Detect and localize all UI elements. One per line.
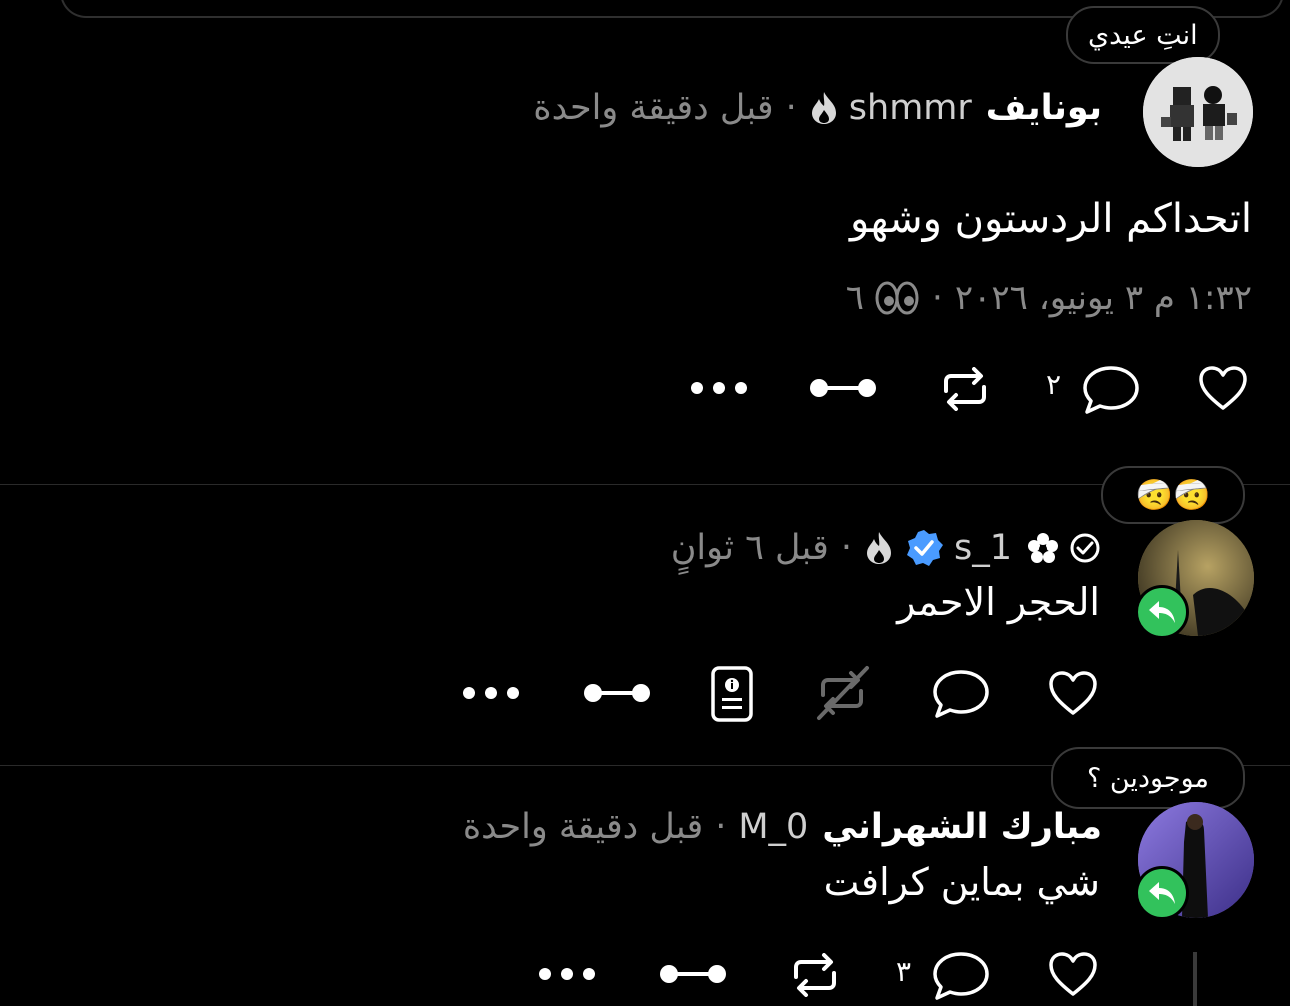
repost-icon xyxy=(944,367,986,411)
comment-icon xyxy=(933,952,989,1000)
separator-dot: · xyxy=(840,528,852,568)
reply-count: ٣ xyxy=(896,955,912,988)
like-button[interactable] xyxy=(1045,946,1101,1002)
report-button[interactable] xyxy=(706,664,758,724)
thread-line xyxy=(1193,952,1197,1006)
like-button[interactable] xyxy=(1195,360,1251,416)
post-header: بونايف shmmr · قبل دقيقة واحدة xyxy=(533,88,1102,128)
reply-badge xyxy=(1135,866,1189,920)
thread-button[interactable] xyxy=(580,679,654,707)
post-details: ١:٣٢ م ٣ يونيو، ٢٠٢٦ · ٦ xyxy=(845,278,1252,318)
post-header: 1_s · قبل ٦ ثوانٍ xyxy=(671,528,1102,568)
heart-icon xyxy=(1049,671,1097,715)
report-card-icon xyxy=(711,666,753,722)
flame-icon xyxy=(809,90,839,126)
divider xyxy=(0,484,1290,485)
timestamp: قبل دقيقة واحدة xyxy=(533,88,774,128)
flame-icon xyxy=(864,530,894,566)
reaction-emojis: 🤕🤕 xyxy=(1135,477,1211,513)
comment-button[interactable] xyxy=(1080,362,1142,418)
heart-icon xyxy=(1199,366,1247,410)
thread-button[interactable] xyxy=(806,374,880,402)
more-button[interactable] xyxy=(688,376,750,400)
post-header: مبارك الشهراني M_0 · قبل دقيقة واحدة xyxy=(463,807,1102,847)
repost-disabled-icon xyxy=(817,666,869,720)
flower-icon xyxy=(1026,531,1060,565)
heart-icon xyxy=(1049,952,1097,996)
note-text: انتِ عيدي xyxy=(1088,19,1198,51)
view-count: ٦ xyxy=(845,278,865,318)
timeline-icon xyxy=(810,379,876,397)
username[interactable]: 1_s xyxy=(954,528,1012,568)
note-bubble[interactable]: موجودين ؟ xyxy=(1051,747,1245,809)
reply-count: ٢ xyxy=(1046,368,1062,401)
timeline-icon xyxy=(584,684,650,702)
verified-icon xyxy=(904,528,944,568)
note-bubble[interactable]: انتِ عيدي xyxy=(1066,6,1220,64)
timeline-icon xyxy=(660,965,726,983)
more-icon xyxy=(463,687,519,699)
timestamp: قبل ٦ ثوانٍ xyxy=(670,528,829,568)
reaction-bubble[interactable]: 🤕🤕 xyxy=(1101,466,1245,524)
separator-dot: · xyxy=(785,88,797,128)
repost-icon xyxy=(794,953,836,997)
more-icon xyxy=(539,968,595,980)
note-text: موجودين ؟ xyxy=(1086,762,1210,794)
eyes-icon xyxy=(874,281,920,315)
username[interactable]: M_0 xyxy=(738,807,808,847)
repost-button[interactable] xyxy=(935,365,995,413)
separator-dot: · xyxy=(715,807,727,847)
more-button[interactable] xyxy=(536,962,598,986)
more-icon xyxy=(691,382,747,394)
post-text: شي بماين كرافت xyxy=(823,860,1100,904)
avatar[interactable] xyxy=(1143,57,1253,167)
display-name[interactable]: مبارك الشهراني xyxy=(822,807,1102,847)
repost-button[interactable] xyxy=(785,951,845,999)
comment-icon xyxy=(1083,366,1139,414)
comment-button[interactable] xyxy=(930,948,992,1004)
comment-button[interactable] xyxy=(930,666,992,722)
display-name[interactable]: بونايف xyxy=(986,88,1102,128)
repost-button-disabled xyxy=(812,662,874,724)
more-button[interactable] xyxy=(460,681,522,705)
reply-arrow-icon xyxy=(1149,601,1175,623)
post-text: الحجر الاحمر xyxy=(897,580,1100,624)
timestamp: قبل دقيقة واحدة xyxy=(462,807,704,847)
like-button[interactable] xyxy=(1045,665,1101,721)
reply-badge xyxy=(1135,585,1189,639)
check-circle-icon xyxy=(1068,531,1102,565)
thread-button[interactable] xyxy=(656,960,730,988)
comment-icon xyxy=(933,670,989,718)
username[interactable]: shmmr xyxy=(849,88,972,128)
post-datetime: ١:٣٢ م ٣ يونيو، ٢٠٢٦ xyxy=(954,278,1252,318)
avatar-image xyxy=(1143,57,1253,167)
post-text: اتحداكم الردستون وشهو xyxy=(849,196,1252,242)
reply-arrow-icon xyxy=(1149,882,1175,904)
